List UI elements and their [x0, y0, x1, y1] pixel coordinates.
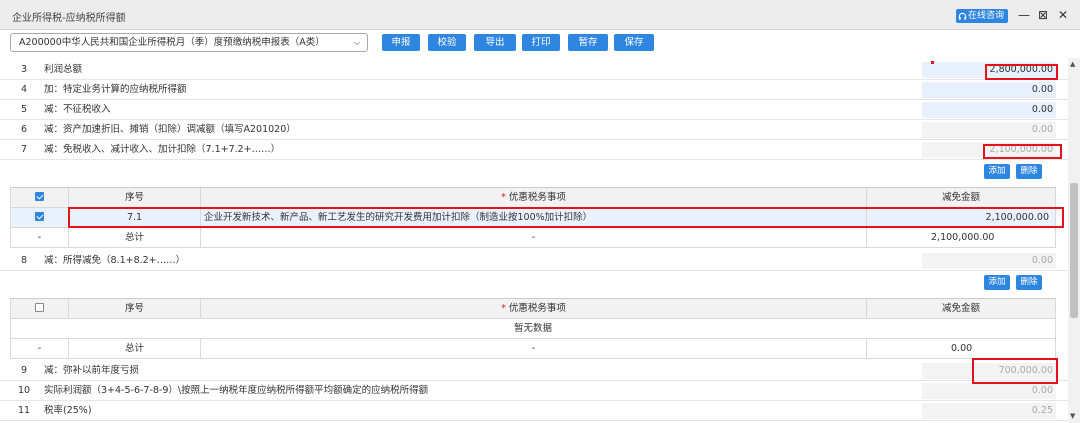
table-row[interactable]: 7.1 企业开发新技术、新产品、新工艺发生的研究开发费用加计扣除（制造业按100… — [10, 208, 1056, 228]
save-button[interactable]: 保存 — [614, 34, 654, 51]
row-value-readonly: 700,000.00 — [922, 363, 1056, 379]
online-consult-button[interactable]: 在线咨询 — [956, 9, 1008, 23]
row-value-input[interactable]: 0.00 — [922, 102, 1056, 118]
total-amount: 0.00 — [951, 343, 973, 354]
restore-icon[interactable]: ⊠ — [1038, 8, 1048, 22]
row-number: 5 — [20, 104, 28, 115]
form-row-10: 10 实际利润额（3+4-5-6-7-8-9）\按照上一纳税年度应纳税所得额平均… — [0, 381, 1068, 401]
total-dash: - — [11, 228, 69, 248]
row-amount-input[interactable]: 2,100,000.00 — [867, 208, 1055, 228]
row-number: 3 — [20, 64, 28, 75]
form-row-6: 6 减：资产加速折旧、摊销（扣除）调减额（填写A201020） 0.00 — [0, 120, 1068, 140]
form-row-11: 11 税率(25%) 0.25 — [0, 401, 1068, 421]
scrollbar-thumb[interactable] — [1070, 183, 1078, 318]
select-all-checkbox[interactable] — [35, 303, 44, 312]
row-seq: 7.1 — [69, 208, 201, 228]
row-value-readonly: 0.25 — [922, 403, 1056, 419]
row-number: 4 — [20, 84, 28, 95]
temp-save-button[interactable]: 暂存 — [568, 34, 608, 51]
sub-table-row-8: 添加 删除 序号 * 优惠税务事项 减免金额 暂无数据 - 总计 - 0.00 — [10, 273, 1056, 363]
form-select[interactable]: A200000中华人民共和国企业所得税月（季）度预缴纳税申报表（A类） ⌵ — [10, 33, 368, 52]
sub-grid: 序号 * 优惠税务事项 减免金额 暂无数据 - 总计 - 0.00 — [10, 298, 1056, 359]
declaration-form: 3 利润总额 2,800,000.00 4 加：特定业务计算的应纳税所得额 0.… — [0, 58, 1068, 423]
declare-button[interactable]: 申报 — [382, 34, 420, 51]
scroll-down-icon[interactable]: ▼ — [1070, 412, 1075, 420]
form-row-7: 7 减：免税收入、减计收入、加计扣除（7.1+7.2+……） 2,100,000… — [0, 140, 1068, 160]
row-label: 减：免税收入、减计收入、加计扣除（7.1+7.2+……） — [44, 144, 281, 155]
headset-icon — [958, 12, 967, 20]
row-value-readonly: 0.00 — [922, 253, 1056, 269]
row-number: 9 — [20, 365, 28, 376]
form-row-8: 8 减：所得减免（8.1+8.2+……） 0.00 — [0, 251, 1068, 271]
empty-text: 暂无数据 — [513, 323, 552, 334]
grid-header: 序号 * 优惠税务事项 减免金额 — [10, 299, 1056, 319]
empty-row: 暂无数据 — [10, 319, 1056, 339]
select-all-checkbox[interactable] — [35, 192, 44, 201]
row-label: 减：弥补以前年度亏损 — [44, 365, 140, 376]
col-seq: 序号 — [69, 188, 201, 208]
verify-button[interactable]: 校验 — [428, 34, 466, 51]
row-label: 实际利润额（3+4-5-6-7-8-9）\按照上一纳税年度应纳税所得额平均额确定… — [44, 385, 429, 396]
minimize-icon[interactable]: — — [1018, 8, 1030, 22]
col-item: 优惠税务事项 — [508, 192, 566, 203]
form-row-9: 9 减：弥补以前年度亏损 700,000.00 — [0, 361, 1068, 381]
row-label: 税率(25%) — [44, 405, 92, 416]
row-label: 利润总额 — [44, 64, 83, 75]
form-select-value: A200000中华人民共和国企业所得税月（季）度预缴纳税申报表（A类） — [19, 37, 325, 48]
total-item-dash: - — [201, 228, 867, 248]
row-number: 11 — [17, 405, 31, 416]
row-value-readonly: 0.00 — [922, 383, 1056, 399]
row-number: 10 — [17, 385, 31, 396]
row-label: 减：所得减免（8.1+8.2+……） — [44, 255, 186, 266]
col-seq: 序号 — [69, 299, 201, 319]
add-button[interactable]: 添加 — [984, 164, 1010, 179]
total-label: 总计 — [69, 228, 201, 248]
row-value-readonly: 2,100,000.00 — [922, 142, 1056, 158]
row-checkbox[interactable] — [35, 212, 44, 221]
grid-header: 序号 * 优惠税务事项 减免金额 — [10, 188, 1056, 208]
row-label: 加：特定业务计算的应纳税所得额 — [44, 84, 187, 95]
row-value-readonly: 0.00 — [922, 122, 1056, 138]
scroll-up-icon[interactable]: ▲ — [1070, 60, 1075, 68]
form-row-4: 4 加：特定业务计算的应纳税所得额 0.00 — [0, 80, 1068, 100]
row-number: 7 — [20, 144, 28, 155]
row-number: 6 — [20, 124, 28, 135]
total-row: - 总计 - 2,100,000.00 — [10, 228, 1056, 248]
row-label: 减：不征税收入 — [44, 104, 111, 115]
chevron-down-icon: ⌵ — [353, 38, 360, 47]
add-button[interactable]: 添加 — [984, 275, 1010, 290]
required-mark: * — [501, 303, 506, 314]
col-item: 优惠税务事项 — [508, 303, 566, 314]
row-label: 减：资产加速折旧、摊销（扣除）调减额（填写A201020） — [44, 124, 296, 135]
row-item-select[interactable]: 企业开发新技术、新产品、新工艺发生的研究开发费用加计扣除（制造业按100%加计扣… — [201, 208, 867, 228]
export-button[interactable]: 导出 — [474, 34, 516, 51]
sub-table-row-7: 添加 删除 序号 * 优惠税务事项 减免金额 7.1 企业开发新技术、新产品、新… — [10, 162, 1056, 254]
required-mark: * — [501, 192, 506, 203]
total-label: 总计 — [69, 339, 201, 359]
row-value-input[interactable]: 0.00 — [922, 82, 1056, 98]
vertical-scrollbar[interactable]: ▲ ▼ — [1068, 58, 1080, 423]
window-titlebar: 企业所得税-应纳税所得额 在线咨询 — ⊠ ✕ — [0, 0, 1080, 30]
delete-button[interactable]: 删除 — [1016, 164, 1042, 179]
total-item-dash: - — [201, 339, 867, 359]
total-row: - 总计 - 0.00 — [10, 339, 1056, 359]
col-amount: 减免金额 — [941, 303, 980, 314]
form-row-5: 5 减：不征税收入 0.00 — [0, 100, 1068, 120]
form-row-3: 3 利润总额 2,800,000.00 — [0, 60, 1068, 80]
window-title: 企业所得税-应纳税所得额 — [12, 13, 126, 24]
sub-grid: 序号 * 优惠税务事项 减免金额 7.1 企业开发新技术、新产品、新工艺发生的研… — [10, 187, 1056, 248]
annotation-dot — [931, 61, 934, 64]
col-amount: 减免金额 — [941, 192, 980, 203]
online-consult-label: 在线咨询 — [968, 11, 1005, 21]
row-value-input[interactable]: 2,800,000.00 — [922, 62, 1056, 78]
delete-button[interactable]: 删除 — [1016, 275, 1042, 290]
total-amount: 2,100,000.00 — [931, 232, 995, 243]
total-dash: - — [11, 339, 69, 359]
close-icon[interactable]: ✕ — [1058, 8, 1068, 22]
row-number: 8 — [20, 255, 28, 266]
toolbar: A200000中华人民共和国企业所得税月（季）度预缴纳税申报表（A类） ⌵ 申报… — [0, 30, 1080, 58]
print-button[interactable]: 打印 — [522, 34, 560, 51]
